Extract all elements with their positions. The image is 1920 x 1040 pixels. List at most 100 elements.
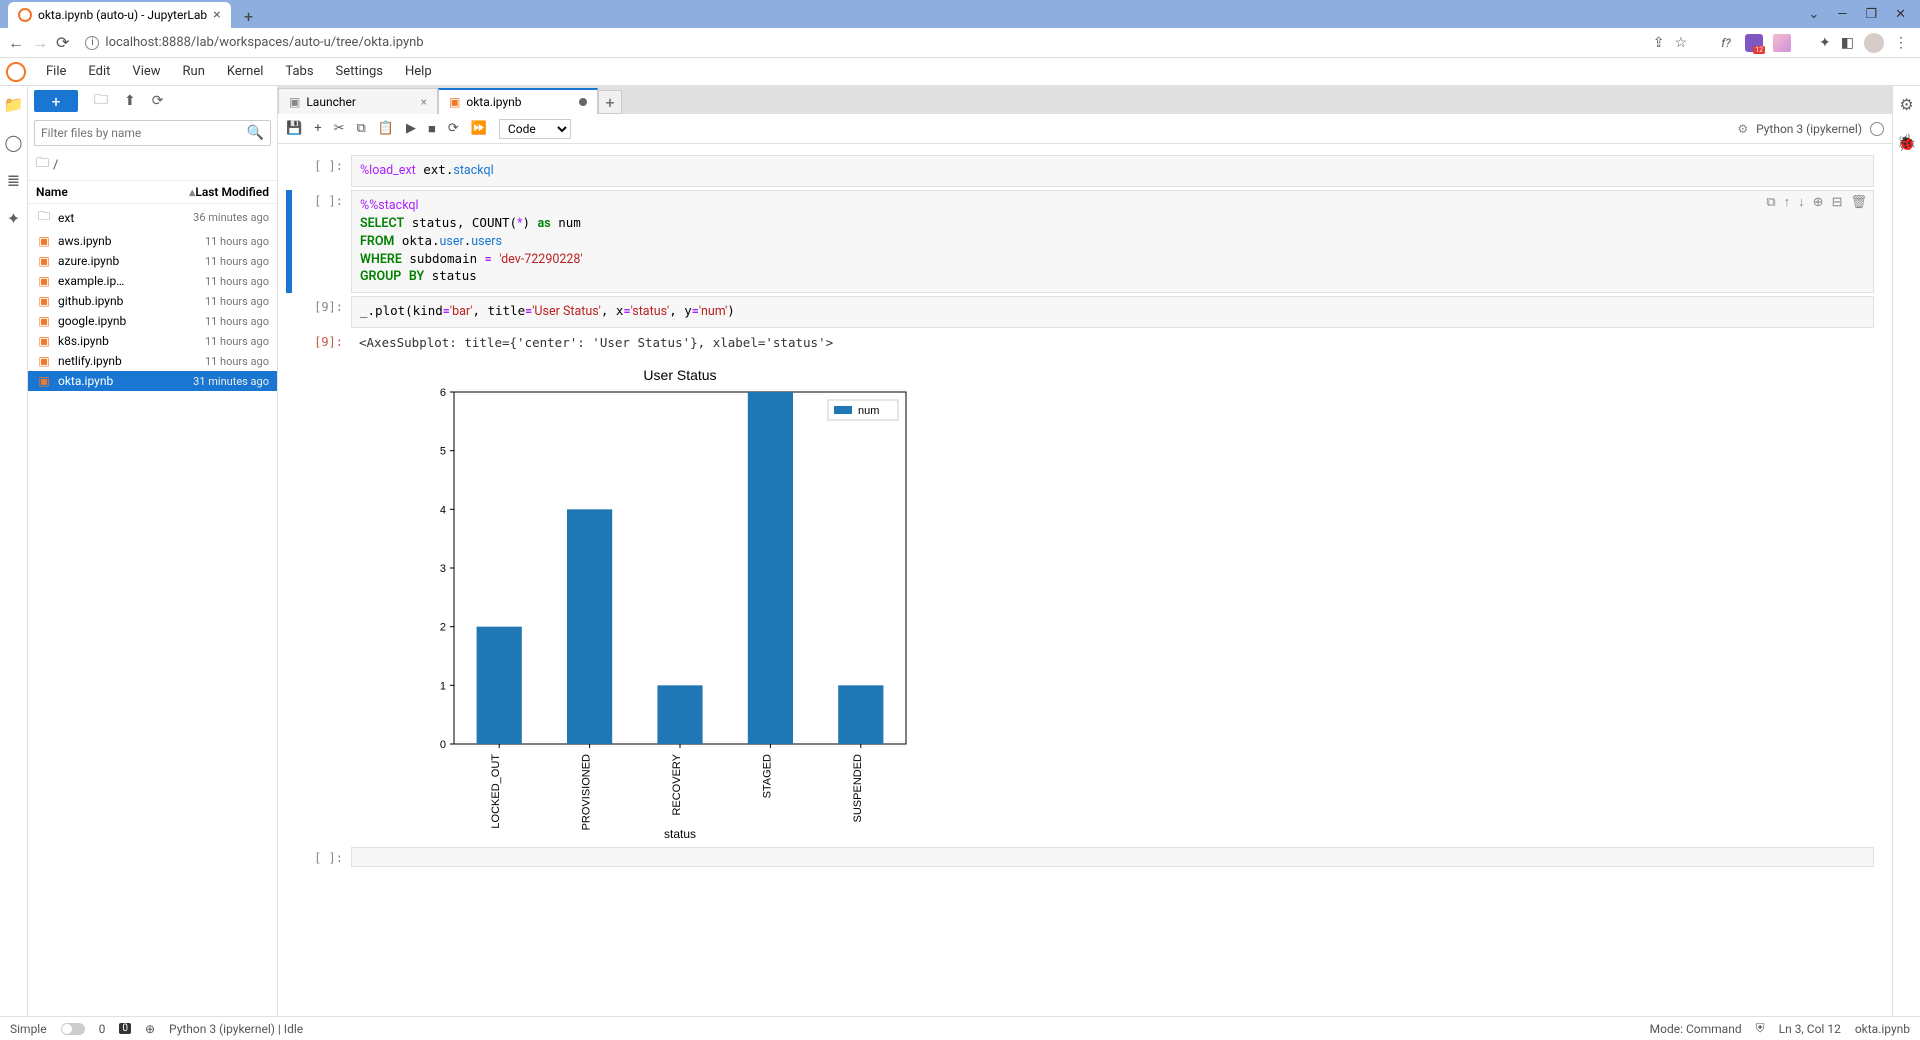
cut-icon[interactable]: ✂: [334, 121, 345, 136]
notification-icon[interactable]: ⛨: [1756, 1021, 1765, 1036]
move-down-icon[interactable]: ↓: [1798, 194, 1805, 212]
new-browser-tab-button[interactable]: +: [237, 4, 261, 28]
kernel-name-label[interactable]: Python 3 (ipykernel): [1756, 122, 1862, 136]
code-cell-1[interactable]: [ ]: %%stackql SELECT status, COUNT(*) a…: [286, 190, 1874, 293]
add-cell-icon[interactable]: +: [314, 121, 321, 136]
nav-back-icon[interactable]: ←: [8, 33, 24, 53]
file-row[interactable]: ▣azure.ipynb11 hours ago: [28, 251, 277, 271]
simple-toggle[interactable]: [61, 1023, 85, 1035]
file-row[interactable]: ▣k8s.ipynb11 hours ago: [28, 331, 277, 351]
bookmark-star-icon[interactable]: ☆: [1674, 35, 1687, 51]
menu-edit[interactable]: Edit: [78, 61, 120, 82]
run-icon[interactable]: ▶: [406, 121, 416, 136]
code-cell-3[interactable]: [ ]:: [286, 847, 1874, 867]
cell-type-select[interactable]: Code: [499, 119, 571, 139]
menu-help[interactable]: Help: [395, 61, 442, 82]
file-row[interactable]: ▣aws.ipynb11 hours ago: [28, 231, 277, 251]
nav-forward-icon[interactable]: →: [32, 33, 48, 53]
search-icon: 🔍: [247, 125, 264, 141]
save-icon[interactable]: 💾: [286, 121, 302, 136]
side-panel-icon[interactable]: ◧: [1841, 35, 1854, 51]
insert-below-icon[interactable]: ⊟: [1832, 194, 1843, 212]
file-row[interactable]: ▣okta.ipynb31 minutes ago: [28, 371, 277, 391]
refresh-icon[interactable]: ⟳: [152, 93, 164, 109]
menu-file[interactable]: File: [36, 61, 76, 82]
url-input[interactable]: i localhost:8888/lab/workspaces/auto-u/t…: [77, 31, 1644, 55]
insert-above-icon[interactable]: ⊕: [1813, 194, 1824, 212]
file-row[interactable]: ▣netlify.ipynb11 hours ago: [28, 351, 277, 371]
delete-cell-icon[interactable]: 🗑: [1850, 194, 1867, 212]
filter-files-input[interactable]: 🔍: [34, 120, 271, 146]
browser-tab-active[interactable]: okta.ipynb (auto-u) - JupyterLab ×: [8, 2, 231, 28]
mode-label[interactable]: Mode: Command: [1650, 1022, 1742, 1036]
kernel-status-icon[interactable]: [1870, 122, 1884, 136]
kernel-count-badge[interactable]: 0: [119, 1023, 131, 1034]
debugger-icon[interactable]: 🐞: [1895, 130, 1919, 154]
move-up-icon[interactable]: ↑: [1784, 194, 1791, 212]
code-input[interactable]: %%stackql SELECT status, COUNT(*) as num…: [351, 190, 1874, 293]
file-modified: 11 hours ago: [205, 315, 269, 328]
menu-kernel[interactable]: Kernel: [217, 61, 274, 82]
add-doc-tab-button[interactable]: +: [598, 90, 622, 114]
activity-toc-icon[interactable]: ≣: [2, 168, 26, 192]
nav-reload-icon[interactable]: ⟳: [56, 33, 69, 52]
file-header-modified[interactable]: Last Modified: [195, 185, 269, 199]
code-cell-2[interactable]: [9]: _.plot(kind='bar', title='User Stat…: [286, 296, 1874, 328]
file-header-name[interactable]: Name: [36, 185, 185, 199]
url-text: localhost:8888/lab/workspaces/auto-u/tre…: [105, 35, 423, 50]
file-row[interactable]: ▣github.ipynb11 hours ago: [28, 291, 277, 311]
doc-tab-launcher[interactable]: ▣ Launcher ×: [278, 88, 438, 114]
menu-run[interactable]: Run: [173, 61, 215, 82]
close-tab-icon[interactable]: ×: [213, 7, 220, 23]
file-row[interactable]: ▣google.ipynb11 hours ago: [28, 311, 277, 331]
new-launcher-button[interactable]: +: [34, 90, 78, 112]
file-row[interactable]: ▣example.ip…11 hours ago: [28, 271, 277, 291]
menu-tabs[interactable]: Tabs: [275, 61, 323, 82]
code-input[interactable]: [351, 847, 1874, 867]
terminal-count[interactable]: 0: [99, 1022, 106, 1036]
share-icon[interactable]: ⇪: [1653, 35, 1665, 51]
maximize-icon[interactable]: ❐: [1865, 7, 1877, 22]
kernel-switch-icon[interactable]: ⚙: [1737, 122, 1748, 136]
restart-icon[interactable]: ⟳: [448, 121, 459, 136]
ext-paint-icon[interactable]: [1773, 34, 1791, 52]
filter-files-field[interactable]: [41, 126, 247, 140]
code-input[interactable]: %load_ext ext.stackql: [351, 155, 1874, 187]
notebook-icon: ▣: [36, 354, 52, 368]
minimize-icon[interactable]: —: [1837, 7, 1847, 22]
activity-folder-icon[interactable]: 📁: [2, 92, 26, 116]
run-all-icon[interactable]: ⏩: [471, 121, 487, 136]
code-input[interactable]: _.plot(kind='bar', title='User Status', …: [351, 296, 1874, 328]
status-filename[interactable]: okta.ipynb: [1855, 1022, 1910, 1036]
kernel-status-text[interactable]: Python 3 (ipykernel) | Idle: [169, 1022, 303, 1036]
activity-running-icon[interactable]: ◯: [2, 130, 26, 154]
activity-extensions-icon[interactable]: ✦: [2, 206, 26, 230]
extensions-icon[interactable]: ✦: [1819, 35, 1831, 51]
ext-f-icon[interactable]: f?: [1717, 34, 1735, 52]
code-cell-0[interactable]: [ ]: %load_ext ext.stackql: [286, 155, 1874, 187]
jupyter-logo-icon: [6, 62, 26, 82]
stop-icon[interactable]: ■: [428, 121, 436, 137]
new-folder-icon[interactable]: 🗀: [94, 89, 108, 113]
menu-settings[interactable]: Settings: [326, 61, 393, 82]
upload-icon[interactable]: ⬆: [124, 93, 136, 109]
close-window-icon[interactable]: ✕: [1895, 7, 1906, 22]
menu-view[interactable]: View: [122, 61, 170, 82]
avatar-icon[interactable]: [1864, 33, 1884, 53]
property-inspector-icon[interactable]: ⚙: [1895, 92, 1919, 116]
ext-calendar-icon[interactable]: [1745, 34, 1763, 52]
notebook-area[interactable]: [ ]: %load_ext ext.stackql [ ]: %%stackq…: [278, 144, 1892, 1016]
paste-icon[interactable]: 📋: [378, 121, 394, 136]
doc-tab-notebook[interactable]: ▣ okta.ipynb: [438, 88, 598, 114]
file-row[interactable]: 🗀ext36 minutes ago: [28, 204, 277, 231]
breadcrumb[interactable]: 🗀 /: [28, 150, 277, 181]
browser-menu-icon[interactable]: ⋮: [1894, 35, 1908, 51]
close-tab-icon[interactable]: ×: [421, 95, 427, 109]
notebook-icon: ▣: [36, 334, 52, 348]
cursor-position[interactable]: Ln 3, Col 12: [1779, 1022, 1841, 1036]
site-info-icon[interactable]: i: [85, 36, 99, 50]
duplicate-cell-icon[interactable]: ⧉: [1766, 194, 1775, 212]
chevron-down-icon[interactable]: ⌄: [1808, 7, 1819, 22]
kernel-indicator-icon[interactable]: ⊕: [145, 1022, 155, 1036]
copy-icon[interactable]: ⧉: [356, 121, 365, 136]
